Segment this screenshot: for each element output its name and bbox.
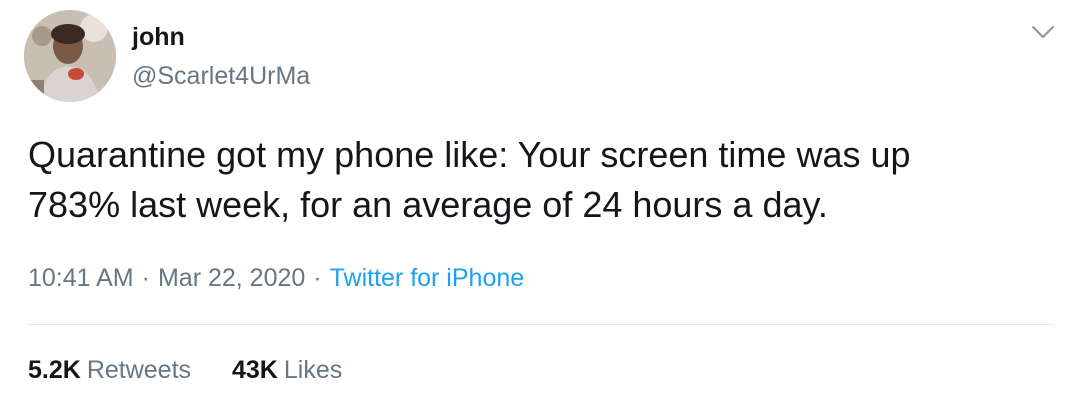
likes-label: Likes (283, 356, 343, 384)
likes-stat[interactable]: 43K Likes (232, 354, 342, 386)
tweet-card: john @Scarlet4UrMa Quarantine got my pho… (0, 0, 1080, 408)
chevron-down-icon[interactable] (1030, 22, 1056, 42)
tweet-text: Quarantine got my phone like: Your scree… (28, 134, 911, 225)
avatar-image (24, 10, 116, 102)
avatar[interactable] (24, 10, 116, 102)
divider (28, 324, 1054, 325)
meta-separator: · (141, 264, 150, 292)
retweets-count: 5.2K (28, 356, 81, 384)
likes-count: 43K (231, 356, 278, 384)
tweet-date[interactable]: Mar 22, 2020 (158, 264, 305, 292)
retweets-stat[interactable]: 5.2K Retweets (28, 354, 191, 386)
display-name[interactable]: john (132, 22, 310, 52)
tweet-stats: 5.2K Retweets 43K Likes (28, 354, 376, 386)
user-info: john @Scarlet4UrMa (132, 22, 310, 92)
tweet-time[interactable]: 10:41 AM (28, 264, 134, 292)
user-handle[interactable]: @Scarlet4UrMa (132, 60, 310, 92)
tweet-meta: 10:41 AM · Mar 22, 2020 · Twitter for iPhone (28, 262, 524, 294)
retweets-label: Retweets (86, 356, 192, 384)
meta-separator: · (313, 264, 322, 292)
tweet-source-link[interactable]: Twitter for iPhone (330, 264, 525, 292)
